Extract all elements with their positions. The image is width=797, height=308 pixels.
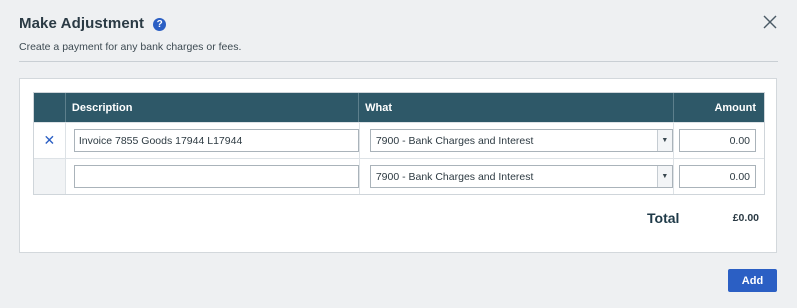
total-value: £0.00 — [732, 212, 759, 224]
amount-input[interactable]: 0.00 — [679, 165, 756, 188]
help-icon[interactable]: ? — [153, 17, 167, 31]
what-select-value: 7900 - Bank Charges and Interest — [375, 170, 534, 183]
amount-input[interactable]: 0.00 — [679, 129, 756, 152]
add-button[interactable]: Add — [728, 269, 777, 292]
description-input[interactable] — [73, 165, 359, 188]
description-cell — [66, 159, 360, 194]
column-header-actions — [34, 93, 66, 122]
close-icon[interactable] — [762, 14, 778, 30]
adjustment-panel: Description What Amount ✕ Invoice 7855 G… — [19, 78, 777, 253]
dialog-subtitle: Create a payment for any bank charges or… — [19, 41, 242, 53]
row-action-cell: ✕ — [34, 123, 66, 158]
what-select[interactable]: 7900 - Bank Charges and Interest ▼ — [369, 129, 673, 152]
grid-header: Description What Amount — [34, 93, 764, 122]
column-header-what: What — [359, 93, 675, 122]
chevron-down-icon[interactable]: ▼ — [656, 130, 672, 151]
table-row: ✕ Invoice 7855 Goods 17944 L17944 7900 -… — [34, 122, 764, 158]
header-divider — [19, 61, 778, 62]
what-select[interactable]: 7900 - Bank Charges and Interest ▼ — [369, 165, 673, 188]
column-header-description: Description — [66, 93, 360, 122]
description-input[interactable]: Invoice 7855 Goods 17944 L17944 — [73, 129, 359, 152]
what-select-value: 7900 - Bank Charges and Interest — [375, 134, 534, 147]
dialog-title: Make Adjustment — [19, 15, 145, 32]
dialog-header: Make Adjustment ? Create a payment for a… — [19, 15, 778, 53]
table-row: 7900 - Bank Charges and Interest ▼ 0.00 — [34, 158, 764, 194]
what-cell: 7900 - Bank Charges and Interest ▼ — [360, 159, 674, 194]
column-header-amount: Amount — [714, 101, 756, 114]
title-row: Make Adjustment ? — [19, 15, 778, 32]
total-label: Total — [647, 210, 680, 226]
amount-cell: 0.00 — [674, 159, 764, 194]
amount-cell: 0.00 — [674, 123, 764, 158]
what-cell: 7900 - Bank Charges and Interest ▼ — [360, 123, 674, 158]
row-action-cell — [34, 159, 66, 194]
description-cell: Invoice 7855 Goods 17944 L17944 — [66, 123, 360, 158]
delete-row-icon[interactable]: ✕ — [44, 132, 56, 149]
adjustment-grid: Description What Amount ✕ Invoice 7855 G… — [33, 92, 765, 195]
chevron-down-icon[interactable]: ▼ — [656, 166, 672, 187]
